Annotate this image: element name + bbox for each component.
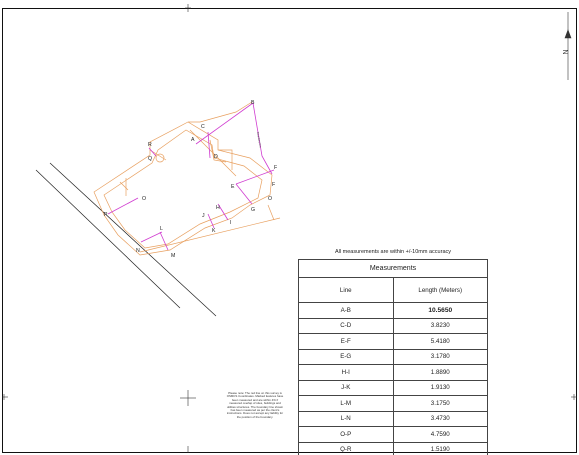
table-row: O-P 4.7590	[298, 426, 488, 443]
point-label-F-right: F	[272, 182, 275, 188]
column-header-line: Line	[298, 277, 394, 303]
point-label-B: B	[251, 100, 255, 106]
length-cell: 1.8890	[392, 364, 488, 381]
line-cell: H-I	[298, 364, 394, 381]
column-header-length: Length (Meters)	[392, 277, 488, 303]
table-row: J-K 1.9130	[298, 379, 488, 396]
point-label-R: R	[148, 142, 152, 148]
point-label-O: O	[142, 196, 146, 202]
table-row: A-B 10.5650	[298, 302, 488, 319]
table-row: H-I 1.8890	[298, 364, 488, 381]
accuracy-note: All measurements are within +/-10mm accu…	[335, 249, 451, 255]
length-cell: 1.9130	[392, 379, 488, 396]
line-cell: L-M	[298, 395, 394, 412]
table-row: L-N 3.4730	[298, 410, 488, 427]
table-row: E-F 5.4180	[298, 333, 488, 350]
point-label-D: D	[214, 154, 218, 160]
point-label-C: C	[201, 124, 205, 130]
line-cell: O-P	[298, 426, 394, 443]
disclaimer-note: Please note: The red line on this survey…	[226, 391, 284, 419]
length-cell: 10.5650	[392, 302, 488, 319]
length-cell: 3.1750	[392, 395, 488, 412]
table-row: Q-R 1.5190	[298, 441, 488, 455]
measurements-table: Measurements Line Length (Meters) A-B 10…	[298, 259, 488, 455]
line-cell: J-K	[298, 379, 394, 396]
length-cell: 4.7590	[392, 426, 488, 443]
table-row: L-M 3.1750	[298, 395, 488, 412]
point-label-E: E	[231, 184, 235, 190]
drawing-sheet: N Boundary line A B C D E F G H I J K L …	[0, 0, 579, 455]
point-label-P: P	[104, 212, 108, 218]
line-cell: C-D	[298, 317, 394, 334]
point-labels: A B C D E F G H I J K L M N O P Q R F O	[104, 100, 277, 259]
point-label-N: N	[136, 248, 140, 254]
table-row: E-G 3.1780	[298, 348, 488, 365]
length-cell: 5.4180	[392, 333, 488, 350]
point-label-I: I	[230, 220, 231, 226]
point-label-M: M	[171, 253, 175, 259]
length-cell: 1.5190	[392, 441, 488, 455]
line-cell: Q-R	[298, 441, 394, 455]
point-label-Q: Q	[148, 156, 152, 162]
length-cell: 3.1780	[392, 348, 488, 365]
table-title: Measurements	[298, 259, 488, 278]
point-label-G: G	[251, 207, 255, 213]
point-label-F: F	[274, 165, 277, 171]
line-cell: E-G	[298, 348, 394, 365]
point-label-L: L	[160, 226, 163, 232]
point-label-A: A	[191, 137, 195, 143]
point-label-O-right: O	[268, 196, 272, 202]
point-label-K: K	[212, 228, 216, 234]
line-cell: L-N	[298, 410, 394, 427]
table-row: C-D 3.8230	[298, 317, 488, 334]
length-cell: 3.8230	[392, 317, 488, 334]
point-label-H: H	[216, 205, 220, 211]
point-label-J: J	[202, 213, 205, 219]
line-cell: E-F	[298, 333, 394, 350]
line-cell: A-B	[298, 302, 394, 319]
length-cell: 3.4730	[392, 410, 488, 427]
